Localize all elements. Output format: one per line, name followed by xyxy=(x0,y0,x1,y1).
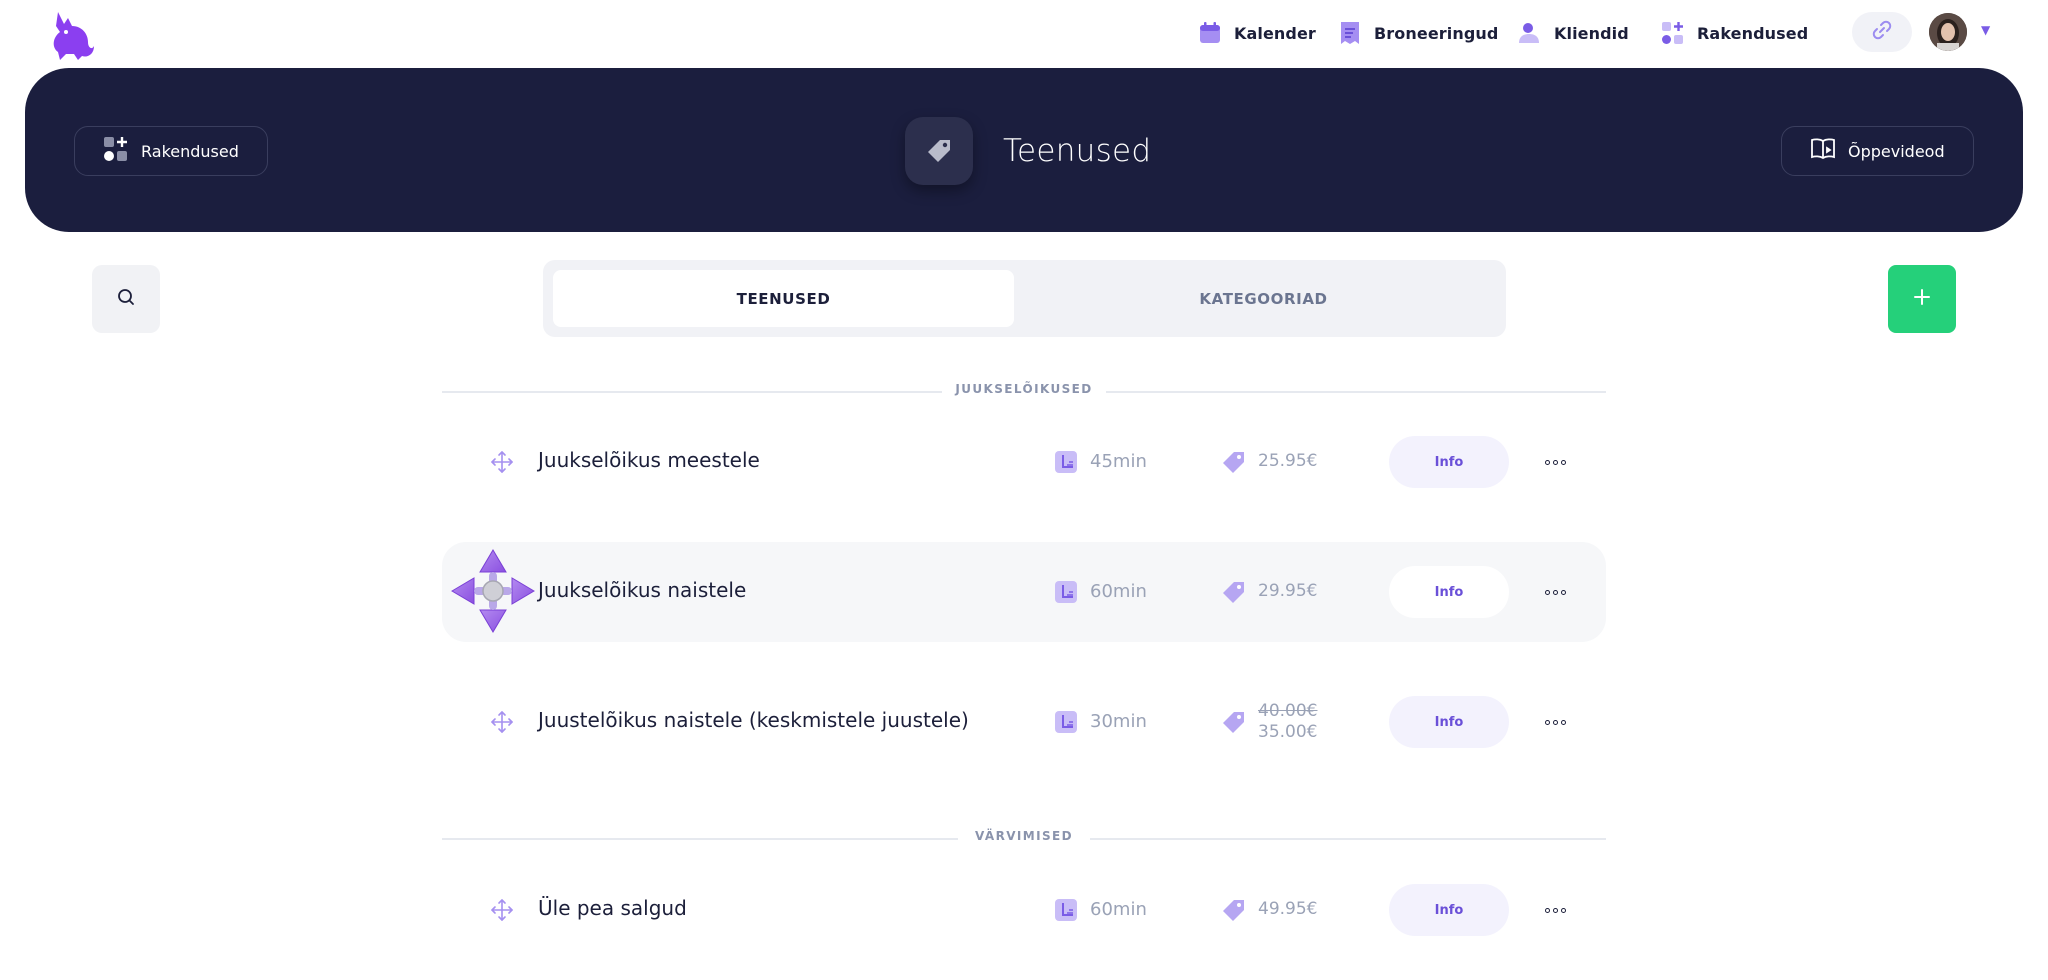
link-icon xyxy=(1871,19,1893,45)
price-tag-icon xyxy=(1222,710,1246,734)
service-price: 29.95€ xyxy=(1258,581,1318,601)
nav-label: Kliendid xyxy=(1554,23,1629,43)
apps-icon xyxy=(103,136,129,166)
apps-back-button[interactable]: Rakendused xyxy=(74,126,268,176)
drag-handle-icon[interactable] xyxy=(490,710,514,734)
info-button[interactable]: Info xyxy=(1389,436,1509,488)
category-label: VÄRVIMISED xyxy=(975,829,1073,843)
page-title: Teenused xyxy=(1003,133,1152,169)
bookings-icon xyxy=(1338,21,1362,45)
service-price: 49.95€ xyxy=(1258,899,1318,919)
tutorial-videos-label: Õppevideod xyxy=(1848,141,1945,161)
duration-icon xyxy=(1054,450,1078,474)
page-title-group: Teenused xyxy=(905,116,1151,186)
duration-icon xyxy=(1054,898,1078,922)
nav-label: Kalender xyxy=(1234,23,1316,43)
search-button[interactable] xyxy=(92,265,160,333)
nav-label: Rakendused xyxy=(1697,23,1809,43)
add-service-button[interactable] xyxy=(1888,265,1956,333)
calendar-icon xyxy=(1198,21,1222,45)
info-button[interactable]: Info xyxy=(1389,884,1509,936)
chevron-down-icon[interactable]: ▼ xyxy=(1981,23,1995,37)
drag-handle-icon[interactable] xyxy=(490,898,514,922)
move-cursor-icon xyxy=(448,546,538,636)
drag-handle-icon[interactable] xyxy=(490,450,514,474)
plus-icon xyxy=(1913,288,1931,310)
duration-icon xyxy=(1054,710,1078,734)
category-label: JUUKSELÕIKUSED xyxy=(955,382,1093,396)
service-row[interactable]: Üle pea salgud 60min 49.95€ Info xyxy=(442,860,1606,960)
clients-icon xyxy=(1518,21,1542,45)
top-navigation: Kalender Broneeringud Kliendid Rakenduse… xyxy=(0,0,2048,64)
service-row[interactable]: Juukselõikus naistele 60min 29.95€ Info xyxy=(442,542,1606,642)
nav-item-kliendid[interactable]: Kliendid xyxy=(1518,18,1629,48)
more-options-icon[interactable] xyxy=(1542,580,1568,604)
service-name: Juukselõikus meestele xyxy=(538,448,760,472)
price-tag-icon xyxy=(1222,898,1246,922)
avatar[interactable] xyxy=(1929,13,1967,51)
tab-teenused[interactable]: TEENUSED xyxy=(553,270,1014,327)
service-duration: 30min xyxy=(1090,711,1147,732)
more-options-icon[interactable] xyxy=(1542,710,1568,734)
apps-back-label: Rakendused xyxy=(141,141,239,161)
service-price: 25.95€ xyxy=(1258,451,1318,471)
service-name: Üle pea salgud xyxy=(538,896,687,920)
tab-kategooriad[interactable]: KATEGOORIAD xyxy=(1033,270,1494,327)
info-button[interactable]: Info xyxy=(1389,696,1509,748)
nav-item-rakendused[interactable]: Rakendused xyxy=(1661,18,1808,48)
price-tag-icon xyxy=(1222,580,1246,604)
view-tabs: TEENUSED KATEGOORIAD xyxy=(543,260,1506,337)
service-row[interactable]: Juukselõikus meestele 45min 25.95€ Info xyxy=(442,412,1606,512)
more-options-icon[interactable] xyxy=(1542,898,1568,922)
search-icon xyxy=(117,288,135,310)
service-duration: 60min xyxy=(1090,581,1147,602)
service-price-original: 40.00€ xyxy=(1258,701,1318,721)
service-duration: 45min xyxy=(1090,451,1147,472)
service-price-discounted: 35.00€ xyxy=(1258,722,1318,742)
nav-item-kalender[interactable]: Kalender xyxy=(1198,18,1316,48)
category-header: JUUKSELÕIKUSED xyxy=(442,382,1606,402)
duration-icon xyxy=(1054,580,1078,604)
price-tag-icon xyxy=(905,117,973,185)
more-options-icon[interactable] xyxy=(1542,450,1568,474)
category-header: VÄRVIMISED xyxy=(442,829,1606,849)
service-duration: 60min xyxy=(1090,899,1147,920)
fox-logo-icon[interactable] xyxy=(48,8,96,60)
service-row[interactable]: Juustelõikus naistele (keskmistele juust… xyxy=(442,672,1606,772)
book-icon xyxy=(1810,137,1836,165)
nav-label: Broneeringud xyxy=(1374,23,1499,43)
tutorial-videos-button[interactable]: Õppevideod xyxy=(1781,126,1974,176)
page-header: Rakendused Teenused Õppevideod xyxy=(25,68,2023,232)
service-name: Juukselõikus naistele xyxy=(538,578,747,602)
price-tag-icon xyxy=(1222,450,1246,474)
apps-icon xyxy=(1661,21,1685,45)
service-name: Juustelõikus naistele (keskmistele juust… xyxy=(538,708,969,732)
nav-item-broneeringud[interactable]: Broneeringud xyxy=(1338,18,1498,48)
copy-link-button[interactable] xyxy=(1852,12,1912,52)
info-button[interactable]: Info xyxy=(1389,566,1509,618)
